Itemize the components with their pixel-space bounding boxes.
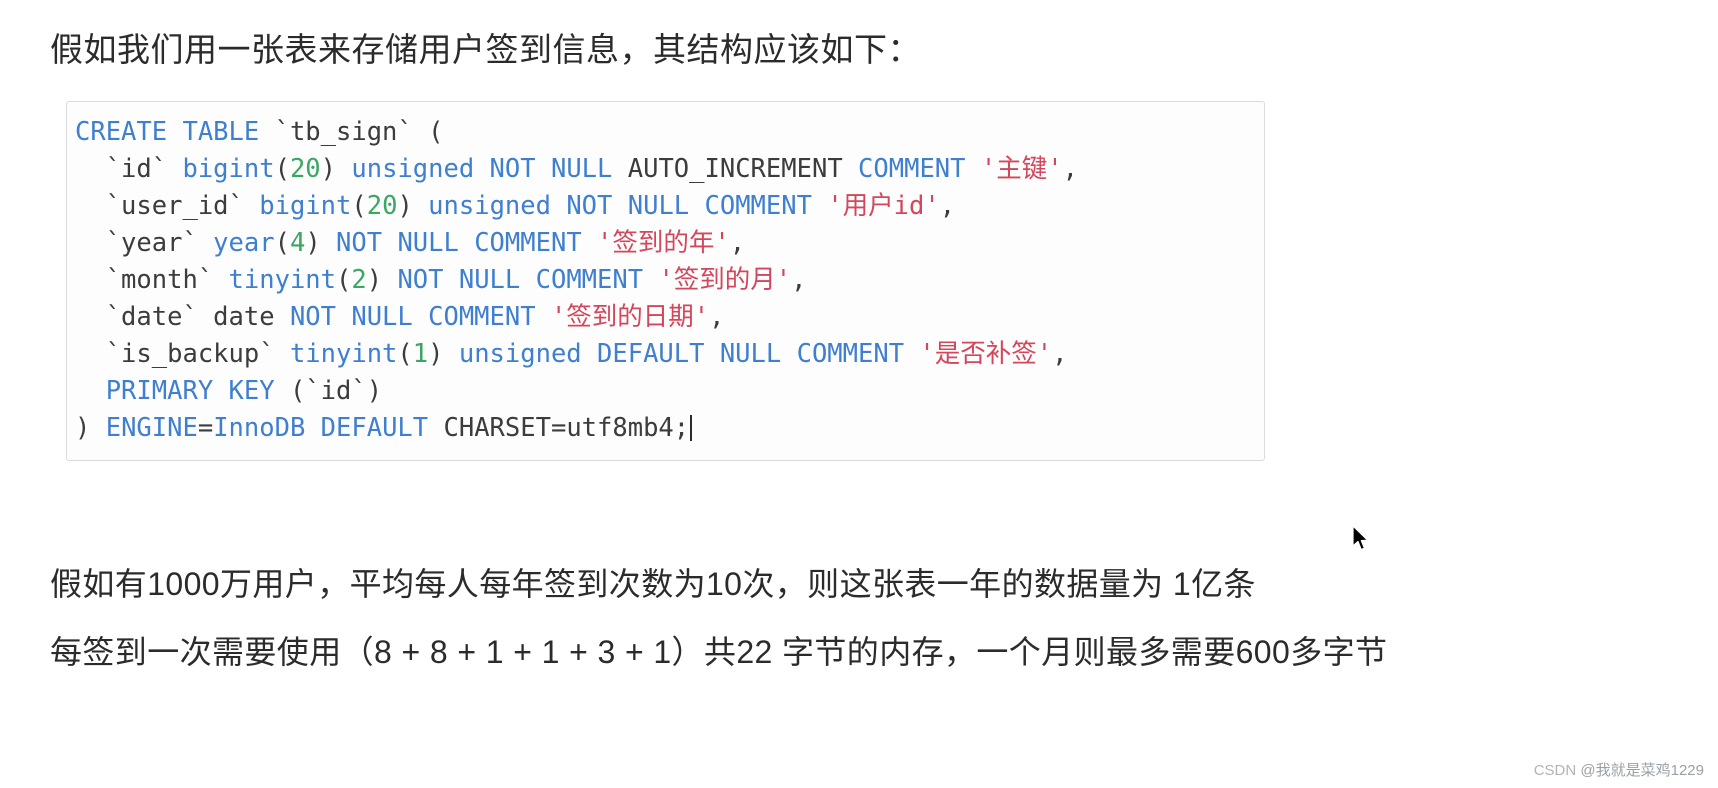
code-token: '签到的年'	[597, 228, 730, 258]
code-token: (	[336, 265, 352, 295]
code-token: )	[428, 339, 459, 369]
sql-code-block[interactable]: CREATE TABLE `tb_sign` ( `id` bigint(20)…	[66, 101, 1265, 461]
code-token: ,	[1062, 154, 1078, 184]
code-token: ,	[939, 191, 956, 221]
code-token: '签到的月'	[658, 265, 792, 295]
code-token: CREATE TABLE	[75, 117, 275, 147]
code-token: tinyint	[289, 339, 398, 369]
code-token: CHARSET=utf8mb4;	[443, 413, 690, 443]
code-token: (	[397, 339, 413, 369]
code-token: )	[320, 154, 352, 184]
code-line: `month` tinyint(2) NOT NULL COMMENT '签到的…	[75, 262, 1264, 299]
code-line: CREATE TABLE `tb_sign` (	[75, 114, 1264, 151]
code-token: (	[274, 154, 290, 184]
code-token: 20	[289, 154, 321, 184]
code-token: 20	[366, 191, 398, 221]
code-token: `is_backup`	[75, 339, 290, 369]
code-token: `date` date	[75, 302, 290, 332]
code-token: tinyint	[228, 265, 336, 295]
code-token: )	[397, 191, 429, 221]
code-token: (	[274, 228, 290, 258]
code-token: 4	[289, 228, 306, 258]
code-token: ,	[1052, 339, 1068, 369]
code-line: `user_id` bigint(20) unsigned NOT NULL C…	[75, 188, 1264, 225]
slide-root: 假如我们用一张表来存储用户签到信息，其结构应该如下： CREATE TABLE …	[0, 0, 1718, 788]
code-token: unsigned NOT NULL COMMENT	[428, 191, 828, 221]
code-line: `id` bigint(20) unsigned NOT NULL AUTO_I…	[75, 151, 1264, 188]
code-line: `date` date NOT NULL COMMENT '签到的日期',	[75, 299, 1264, 336]
code-token: InnoDB DEFAULT	[213, 413, 444, 443]
code-token: NOT NULL COMMENT	[289, 302, 551, 332]
code-token: )	[75, 413, 106, 443]
code-line: PRIMARY KEY (`id`)	[75, 373, 1264, 410]
code-token: `month`	[75, 265, 229, 295]
code-token: (`id`)	[289, 376, 383, 406]
mouse-cursor-icon	[1352, 525, 1372, 553]
code-token: '主键'	[980, 154, 1063, 184]
code-line: `year` year(4) NOT NULL COMMENT '签到的年',	[75, 225, 1264, 262]
code-token: bigint	[182, 154, 275, 184]
code-token: `year`	[75, 228, 214, 258]
code-token: 1	[412, 339, 429, 369]
code-token: 2	[351, 265, 367, 295]
code-token: ,	[791, 265, 807, 295]
intro-paragraph: 假如我们用一张表来存储用户签到信息，其结构应该如下：	[50, 31, 921, 68]
code-token: `user_id`	[75, 191, 260, 221]
code-token: '是否补签'	[919, 339, 1053, 369]
watermark-author: @我就是菜鸡1229	[1580, 762, 1704, 779]
code-token: ,	[709, 302, 725, 332]
code-token: NOT NULL COMMENT	[336, 228, 598, 258]
code-token: NOT NULL COMMENT	[397, 265, 659, 295]
code-token: )	[305, 228, 337, 258]
code-token: '签到的日期'	[550, 302, 710, 332]
watermark-brand: CSDN	[1533, 762, 1577, 779]
code-token: unsigned NOT NULL	[351, 154, 628, 184]
text-caret	[690, 415, 693, 441]
summary-line-memory-usage: 每签到一次需要使用（8 + 8 + 1 + 1 + 3 + 1）共22 字节的内…	[50, 634, 1388, 670]
code-token: AUTO_INCREMENT	[627, 154, 859, 184]
code-token: ENGINE	[105, 413, 198, 443]
code-line: `is_backup` tinyint(1) unsigned DEFAULT …	[75, 336, 1264, 373]
code-token: bigint	[259, 191, 352, 221]
code-token: unsigned DEFAULT NULL COMMENT	[458, 339, 920, 369]
code-lines-container: CREATE TABLE `tb_sign` ( `id` bigint(20)…	[67, 102, 1264, 457]
code-token: )	[366, 265, 398, 295]
code-token: PRIMARY KEY	[75, 376, 290, 406]
code-token: `tb_sign` (	[274, 117, 444, 147]
code-token: year	[213, 228, 275, 258]
code-line: ) ENGINE=InnoDB DEFAULT CHARSET=utf8mb4;	[75, 410, 1264, 447]
code-token: (	[351, 191, 367, 221]
summary-line-data-volume: 假如有1000万用户，平均每人每年签到次数为10次，则这张表一年的数据量为 1亿…	[50, 566, 1256, 602]
watermark: CSDN @我就是菜鸡1229	[1534, 759, 1704, 780]
code-token: =	[197, 413, 214, 443]
code-token: COMMENT	[858, 154, 981, 184]
code-token: ,	[729, 228, 746, 258]
code-token: '用户id'	[827, 191, 940, 221]
code-token: `id`	[75, 154, 183, 184]
